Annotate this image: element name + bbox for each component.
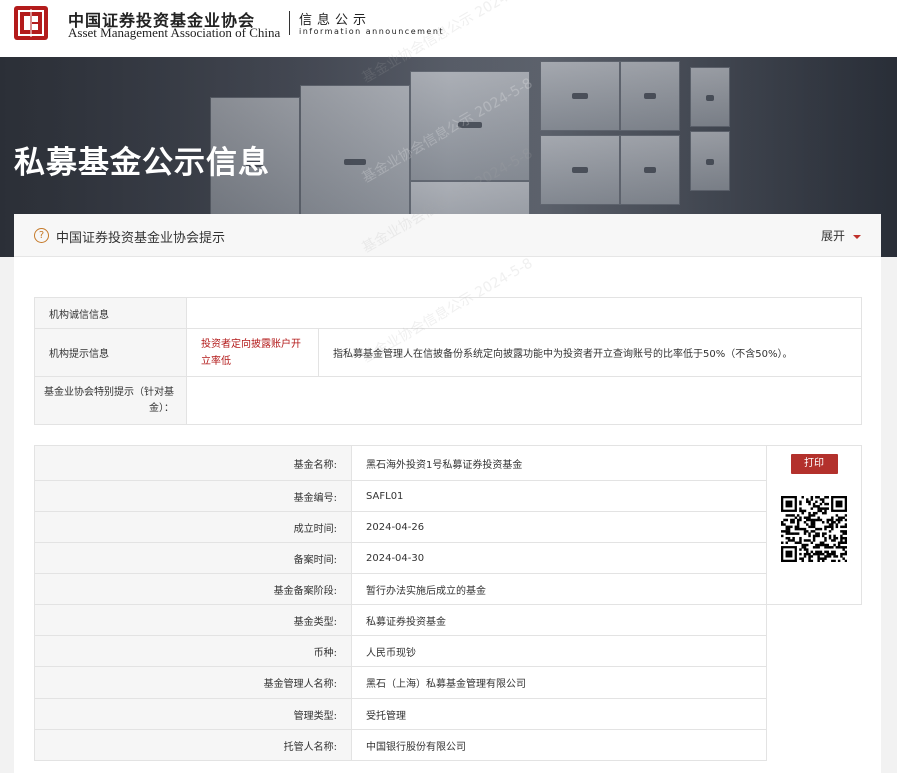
expand-label: 展开 [820,229,845,243]
row-label: 机构诚信信息 [34,297,187,329]
table-row: 币种: 人民币现钞 [34,635,862,667]
qr-code-icon [781,496,848,563]
field-value: 受托管理 [351,698,767,730]
notice-title: 中国证券投资基金业协会提示 [56,231,226,246]
table-row: 基金编号: SAFL01 [34,480,862,512]
table-row: 机构提示信息 投资者定向披露账户开立率低 指私募基金管理人在信披备份系统定向披露… [34,328,862,377]
table-row: 基金备案阶段: 暂行办法实施后成立的基金 [34,573,862,605]
field-value: 2024-04-26 [351,511,767,543]
table-row: 备案时间: 2024-04-30 [34,542,862,574]
field-label: 基金名称: [34,445,352,481]
table-row: 机构诚信信息 [34,297,862,329]
field-value: 黑石海外投资1号私募证券投资基金 [351,445,767,481]
field-value: 黑石（上海）私募基金管理有限公司 [351,666,767,699]
section-title-en: information announcement [299,27,445,36]
row-label: 机构提示信息 [34,328,187,377]
amac-logo-icon[interactable] [14,6,48,40]
field-value: 2024-04-30 [351,542,767,574]
fund-info-table: 基金名称: 黑石海外投资1号私募证券投资基金 打印 基金编号: SAFL01 成… [34,445,862,761]
field-value: 私募证券投资基金 [351,604,767,636]
field-label: 成立时间: [34,511,352,543]
page-title: 私募基金公示信息 [14,145,270,181]
integrity-info-table: 机构诚信信息 机构提示信息 投资者定向披露账户开立率低 指私募基金管理人在信披备… [34,297,862,425]
action-panel: 打印 [766,445,862,605]
table-row: 基金类型: 私募证券投资基金 [34,604,862,761]
question-mark-icon: ? [34,228,49,243]
table-row: 基金业协会特别提示（针对基金）： [34,376,862,425]
field-label: 基金管理人名称: [34,666,352,699]
header-divider [289,11,290,35]
field-value: 人民币现钞 [351,635,767,667]
content-card: ? 中国证券投资基金业协会提示 展开 机构诚信信息 机构提示信息 投资者定向披露… [14,214,881,773]
association-notice-bar: ? 中国证券投资基金业协会提示 展开 [14,214,881,257]
warning-description: 指私募基金管理人在信披备份系统定向披露功能中为投资者开立查询账号的比率低于50%… [318,328,862,377]
field-value: 中国银行股份有限公司 [351,729,767,761]
field-label: 托管人名称: [34,729,352,761]
table-row: 基金名称: 黑石海外投资1号私募证券投资基金 打印 [34,445,862,605]
expand-toggle[interactable]: 展开 [821,227,861,244]
section-title-cn: 信息公示 [299,13,372,28]
table-row: 托管人名称: 中国银行股份有限公司 [34,729,862,761]
field-label: 基金类型: [34,604,352,636]
field-label: 管理类型: [34,698,352,730]
table-row: 管理类型: 受托管理 [34,698,862,730]
site-header: 中国证券投资基金业协会 Asset Management Association… [0,0,897,57]
table-row: 成立时间: 2024-04-26 [34,511,862,543]
row-label: 基金业协会特别提示（针对基金）： [34,376,187,425]
caret-down-icon [853,234,861,239]
field-value: 暂行办法实施后成立的基金 [351,573,767,605]
field-label: 备案时间: [34,542,352,574]
org-name-en: Asset Management Association of China [68,25,281,40]
field-value: SAFL01 [351,480,767,512]
table-row: 基金管理人名称: 黑石（上海）私募基金管理有限公司 [34,666,862,699]
field-label: 基金编号: [34,480,352,512]
field-label: 基金备案阶段: [34,573,352,605]
field-label: 币种: [34,635,352,667]
print-button[interactable]: 打印 [790,454,838,474]
warning-tag: 投资者定向披露账户开立率低 [186,328,319,377]
